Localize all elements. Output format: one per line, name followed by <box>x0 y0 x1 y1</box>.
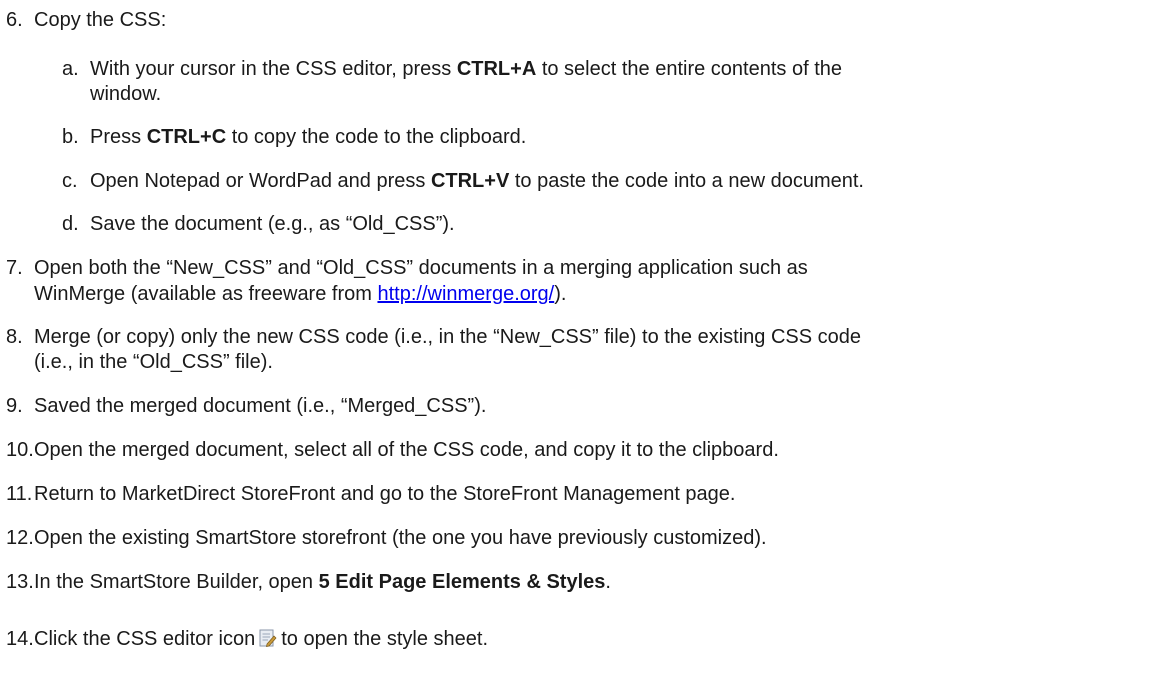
step-14-number: 14. <box>6 628 34 650</box>
step-13-text: In the SmartStore Builder, open 5 Edit P… <box>34 571 611 593</box>
step-8-line-1: Merge (or copy) only the new CSS code (i… <box>34 326 862 348</box>
step-14-text: Click the CSS editor icon to open the sty… <box>34 628 489 650</box>
step-11-text: Return to MarketDirect StoreFront and go… <box>34 483 736 505</box>
step-c-number: c. <box>62 170 78 192</box>
step-12-text: Open the existing SmartStore storefront … <box>34 527 767 549</box>
step-10-text: Open the merged document, select all of … <box>34 439 779 461</box>
step-8-number: 8. <box>6 326 23 348</box>
step-8-line-2: (i.e., in the “Old_CSS” file). <box>34 351 273 373</box>
step-b-number: b. <box>62 126 79 148</box>
step-13-number: 13. <box>6 571 34 593</box>
step-6-number: 6. <box>6 9 23 31</box>
step-d-text: Save the document (e.g., as “Old_CSS”). <box>90 213 455 235</box>
step-a-continuation: window. <box>90 83 162 105</box>
step-7-line-1: Open both the “New_CSS” and “Old_CSS” do… <box>34 257 808 279</box>
step-11-number: 11. <box>6 483 33 505</box>
step-10-number: 10. <box>6 439 34 461</box>
css-editor-icon <box>259 628 277 648</box>
winmerge-link[interactable]: http://winmerge.org/ <box>377 283 554 305</box>
step-9-number: 9. <box>6 395 23 417</box>
step-12-number: 12. <box>6 527 34 549</box>
step-a-text: With your cursor in the CSS editor, pres… <box>90 58 843 80</box>
step-7-number: 7. <box>6 257 23 279</box>
step-b-text: Press CTRL+C to copy the code to the cli… <box>90 126 527 148</box>
step-6-text: Copy the CSS: <box>34 9 167 31</box>
step-d-number: d. <box>62 213 79 235</box>
step-c-text: Open Notepad or WordPad and press CTRL+V… <box>90 170 864 192</box>
step-9-text: Saved the merged document (i.e., “Merged… <box>34 395 487 417</box>
step-7-line-2: WinMerge (available as freeware from htt… <box>34 283 567 305</box>
step-a-number: a. <box>62 58 79 80</box>
